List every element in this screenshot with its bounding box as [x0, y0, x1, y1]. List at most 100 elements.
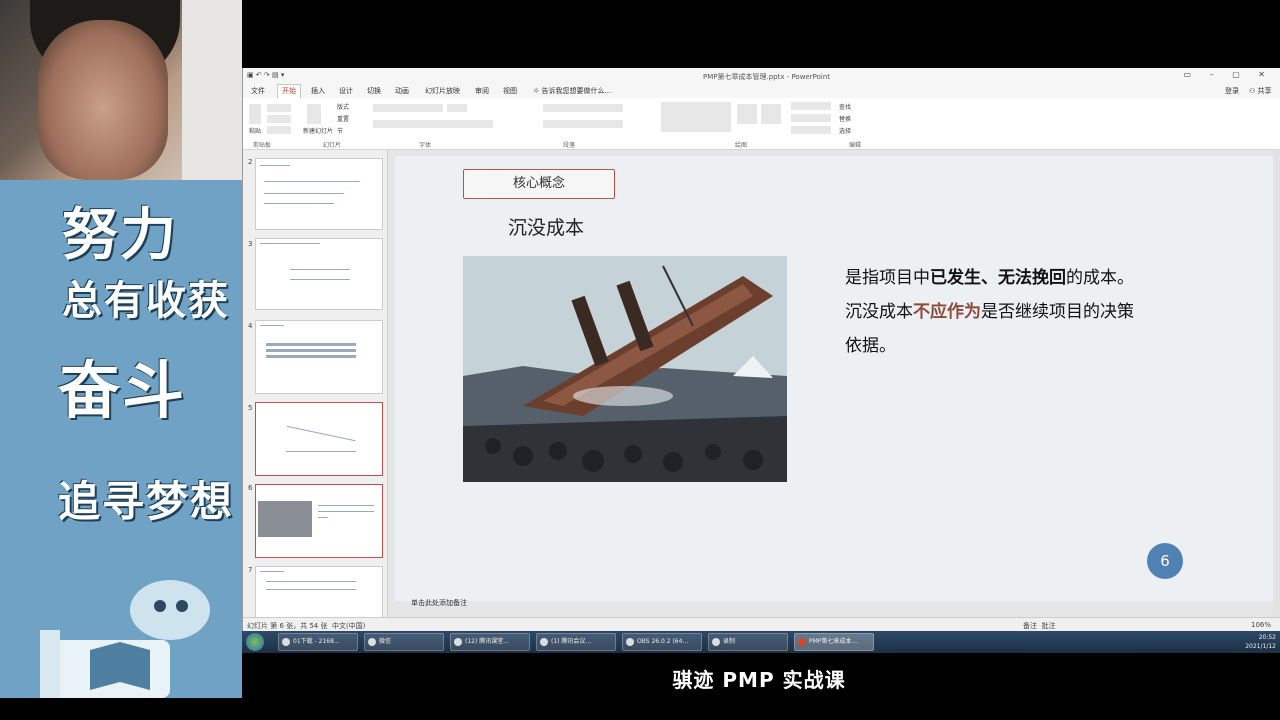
slide-heading[interactable]: 沉没成本	[508, 213, 584, 240]
quick-access-toolbar[interactable]: ▣ ↶ ↷ ▤ ▾	[247, 71, 284, 79]
thumbnail-number: 6	[248, 484, 253, 492]
select-button[interactable]: 选择	[839, 126, 851, 135]
group-label-clipboard: 剪贴板	[253, 142, 272, 149]
tab-view[interactable]: 视图	[503, 86, 517, 96]
thumbnail-line	[318, 517, 328, 518]
description-line-3: 依据。	[845, 336, 896, 356]
window-title: PMP第七章成本管理.pptx - PowerPoint	[703, 73, 831, 81]
description-line-1: 是指项目中已发生、无法挽回的成本。	[845, 261, 1225, 295]
slogan-line-4: 追寻梦想	[58, 477, 235, 526]
slide-thumbnail[interactable]	[255, 402, 383, 476]
desc-text: 的成本。	[1066, 268, 1134, 288]
font-name-box[interactable]	[373, 104, 443, 112]
zoom-level[interactable]: 106%	[1251, 621, 1271, 629]
streamer-overlay: 努力 总有收获 奋斗 追寻梦想	[0, 0, 242, 698]
tab-animations[interactable]: 动画	[395, 86, 409, 96]
thumbnail-line	[286, 425, 356, 442]
powerpoint-window: ▣ ↶ ↷ ▤ ▾ PMP第七章成本管理.pptx - PowerPoint ▭…	[242, 68, 1280, 631]
copy-button[interactable]	[267, 115, 291, 123]
status-notes-comments[interactable]: 备注 批注	[1023, 621, 1055, 631]
thumbnail-line	[266, 355, 356, 358]
thumbnail-line	[264, 203, 334, 204]
thumbnail-line	[266, 343, 356, 346]
taskbar-item[interactable]: 01下载 - 2168...	[278, 633, 358, 651]
system-tray-clock[interactable]: 20:52 2021/1/12	[1245, 633, 1276, 651]
slide-thumbnail-current[interactable]	[255, 484, 383, 558]
slide-thumbnail[interactable]	[255, 238, 383, 310]
find-button[interactable]: 查找	[839, 102, 851, 111]
tell-me-text: 告诉我您想要做什么...	[541, 87, 612, 95]
slide-thumbnail[interactable]	[255, 566, 383, 617]
new-slide-icon[interactable]	[307, 104, 321, 124]
reset-button[interactable]: 重置	[337, 114, 349, 123]
slide-page-number: 6	[1147, 543, 1183, 579]
tab-insert[interactable]: 插入	[311, 86, 325, 96]
tab-review[interactable]: 审阅	[475, 86, 489, 96]
taskbar-item[interactable]: (12) 腾讯课堂...	[450, 633, 530, 651]
taskbar-item[interactable]: 录制	[708, 633, 788, 651]
editor-area: 2 3 4 5 6 7 核心概念 沉没成本 是指项目中已发生、无法挽回的成本。 …	[243, 150, 1280, 617]
tab-slideshow[interactable]: 幻灯片放映	[425, 86, 460, 96]
tab-file[interactable]: 文件	[251, 86, 265, 96]
start-button[interactable]	[246, 633, 264, 651]
thumbnail-line	[266, 581, 356, 582]
title-bar: ▣ ↶ ↷ ▤ ▾ PMP第七章成本管理.pptx - PowerPoint ▭…	[243, 68, 1280, 84]
notes-placeholder[interactable]: 单击此处添加备注	[411, 598, 467, 608]
comments-toggle[interactable]: 批注	[1041, 622, 1055, 630]
thumbnail-number: 2	[248, 158, 253, 166]
desc-text: 是指项目中	[845, 268, 930, 288]
shape-effects-button[interactable]	[791, 126, 831, 134]
concept-label-box[interactable]: 核心概念	[463, 169, 615, 199]
group-label-slides: 幻灯片	[323, 142, 342, 149]
format-painter-button[interactable]	[267, 126, 291, 134]
slide-thumbnail[interactable]	[255, 158, 383, 230]
shapes-gallery[interactable]	[661, 102, 731, 132]
sign-in-link[interactable]: 登录	[1225, 86, 1239, 96]
status-bar: 幻灯片 第 6 张，共 54 张 中文(中国) 备注 批注 106%	[243, 617, 1280, 631]
tab-home[interactable]: 开始	[277, 84, 301, 98]
thumbnail-line	[260, 243, 320, 244]
paste-icon[interactable]	[249, 104, 261, 124]
slide-thumbnail[interactable]	[255, 320, 383, 394]
description-line-2: 沉没成本不应作为是否继续项目的决策	[845, 295, 1225, 329]
layout-button[interactable]: 版式	[337, 102, 349, 111]
group-label-editing: 编辑	[849, 142, 862, 149]
thumbnail-line	[286, 451, 356, 452]
slide-thumbnail-pane[interactable]: 2 3 4 5 6 7	[243, 150, 388, 617]
shape-fill-button[interactable]	[791, 102, 831, 110]
cut-button[interactable]	[267, 104, 291, 112]
lightbulb-icon: ☼	[533, 87, 542, 95]
vertical-scrollbar[interactable]	[1273, 150, 1280, 617]
thumbnail-number: 4	[248, 322, 253, 330]
thumbnail-line	[260, 325, 284, 326]
new-slide-button[interactable]: 新建幻灯片	[303, 126, 333, 135]
share-button[interactable]: ⚇ 共享	[1249, 86, 1272, 96]
taskbar-item[interactable]: 微信	[364, 633, 444, 651]
arrange-button[interactable]	[737, 104, 757, 124]
slide-canvas[interactable]: 核心概念 沉没成本 是指项目中已发生、无法挽回的成本。 沉没成本不应作为是否继续…	[395, 156, 1275, 601]
tab-transitions[interactable]: 切换	[367, 86, 381, 96]
tell-me-box[interactable]: ☼ 告诉我您想要做什么...	[533, 86, 611, 96]
font-size-box[interactable]	[447, 104, 467, 112]
shipwreck-image[interactable]	[463, 256, 787, 482]
tab-design[interactable]: 设计	[339, 86, 353, 96]
shape-outline-button[interactable]	[791, 114, 831, 122]
quick-styles-button[interactable]	[761, 104, 781, 124]
taskbar-item[interactable]: OBS 26.0.2 (64...	[622, 633, 702, 651]
list-buttons[interactable]	[543, 104, 623, 112]
thumbnail-number: 3	[248, 240, 253, 248]
font-format-buttons[interactable]	[373, 120, 493, 128]
notes-toggle[interactable]: 备注	[1023, 622, 1037, 630]
alignment-buttons[interactable]	[543, 120, 623, 128]
thumbnail-line	[290, 269, 350, 270]
window-controls[interactable]: ▭ – ▢ ✕	[1184, 70, 1273, 79]
slide-description[interactable]: 是指项目中已发生、无法挽回的成本。 沉没成本不应作为是否继续项目的决策 依据。	[845, 261, 1225, 363]
group-label-paragraph: 段落	[563, 142, 576, 149]
webcam-background	[182, 0, 242, 180]
section-button[interactable]: 节	[337, 126, 343, 135]
replace-button[interactable]: 替换	[839, 114, 851, 123]
taskbar-item[interactable]: (1) 腾讯会议...	[536, 633, 616, 651]
thumbnail-number: 5	[248, 404, 253, 412]
taskbar-item-active[interactable]: PMP第七章成本...	[794, 633, 874, 651]
paste-button[interactable]: 粘贴	[249, 126, 261, 135]
